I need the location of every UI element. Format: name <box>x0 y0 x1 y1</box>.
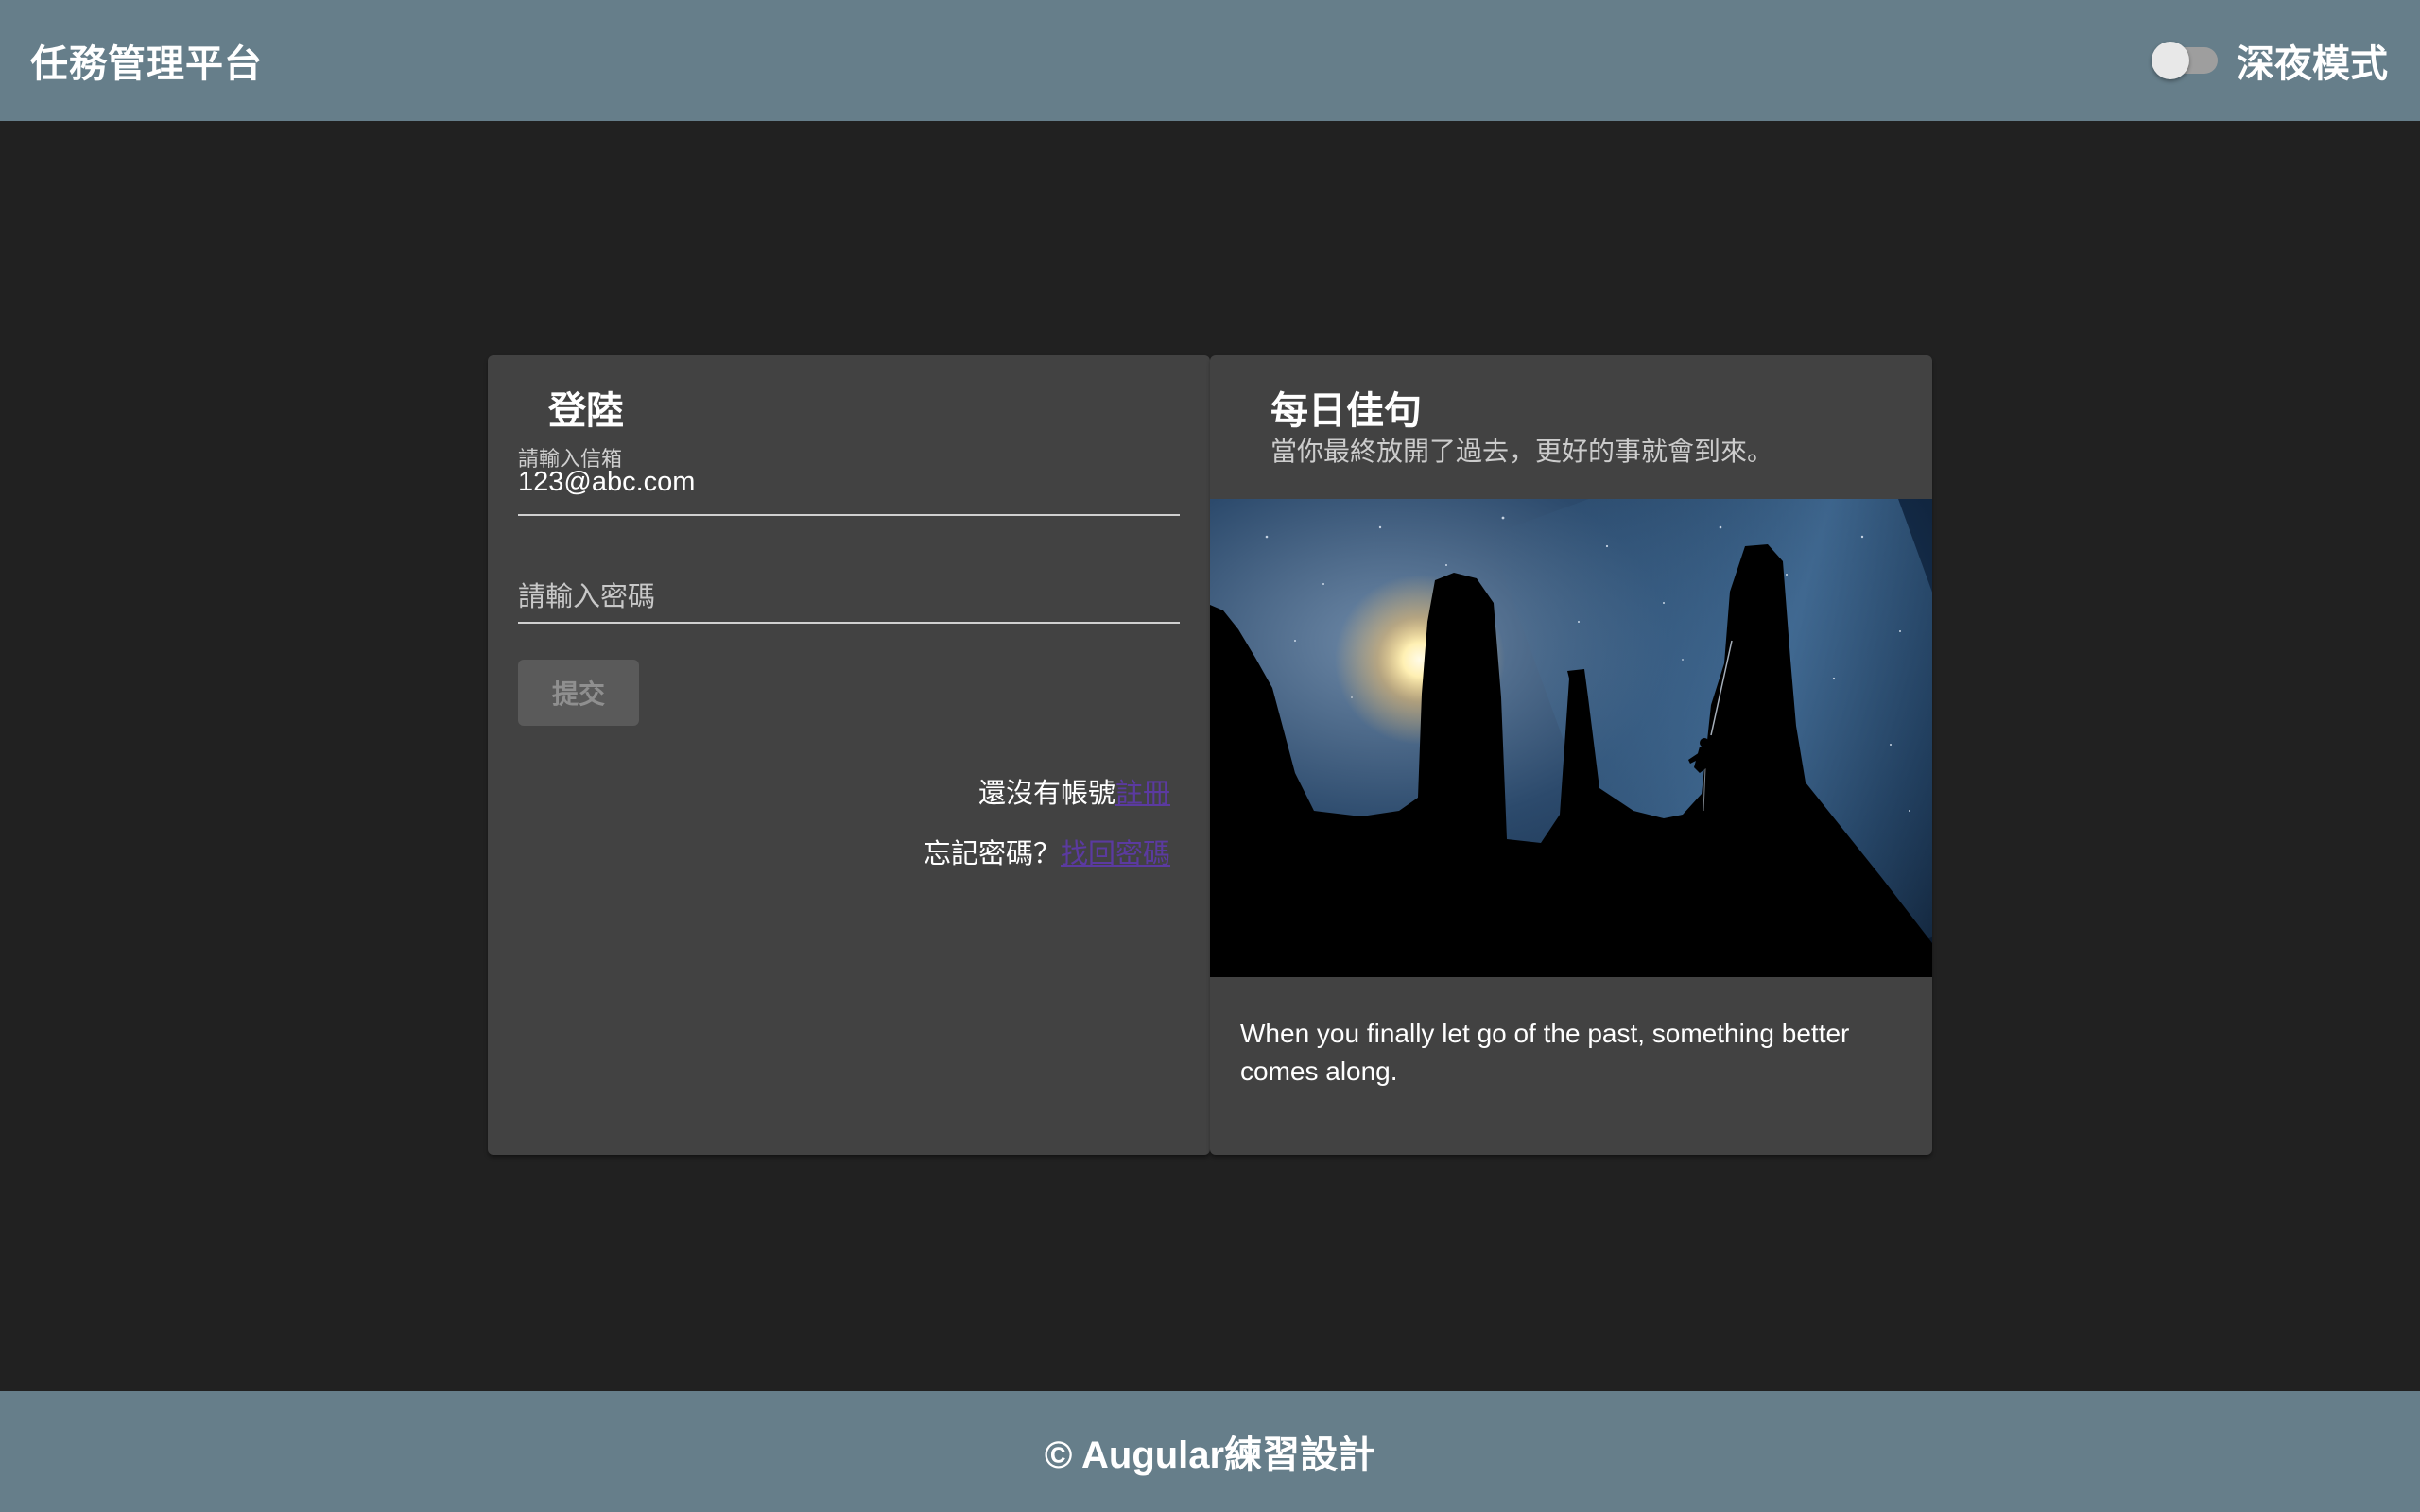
password-field-underline <box>518 622 1180 624</box>
main-content: 登陸 請輸入信箱 123@abc.com 請輸入密碼 提交 還沒有帳號註冊 忘記… <box>0 121 2420 1391</box>
login-card: 登陸 請輸入信箱 123@abc.com 請輸入密碼 提交 還沒有帳號註冊 忘記… <box>488 355 1210 1155</box>
switch-thumb[interactable] <box>2152 42 2189 79</box>
register-link[interactable]: 註冊 <box>1115 779 1170 809</box>
email-field-underline <box>518 514 1180 516</box>
login-title: 登陸 <box>548 390 624 432</box>
night-mode-switch[interactable] <box>2152 42 2218 79</box>
rock-climber-night-image <box>1210 499 1932 977</box>
daily-quote-card: 每日佳句 當你最終放開了過去，更好的事就會到來。 When you finall… <box>1210 355 1932 1155</box>
quote-english: When you finally let go of the past, som… <box>1240 1019 1850 1086</box>
app-title: 任務管理平台 <box>30 43 263 85</box>
quote-title: 每日佳句 <box>1270 390 1422 432</box>
no-account-text: 還沒有帳號 <box>977 779 1115 809</box>
night-mode-toggle[interactable]: 深夜模式 <box>2152 33 2388 88</box>
register-row: 還沒有帳號註冊 <box>978 771 1170 811</box>
quote-chinese: 當你最終放開了過去，更好的事就會到來。 <box>1270 437 1774 466</box>
recover-password-link[interactable]: 找回密碼 <box>1061 839 1170 869</box>
app-toolbar: 任務管理平台 深夜模式 <box>0 0 2420 121</box>
submit-button[interactable]: 提交 <box>518 660 639 726</box>
page-footer: © Augular練習設計 <box>0 1391 2420 1512</box>
forgot-password-row: 忘記密碼？找回密碼 <box>924 832 1170 871</box>
email-field[interactable]: 123@abc.com <box>518 467 695 498</box>
night-mode-label[interactable]: 深夜模式 <box>2237 33 2388 88</box>
forgot-password-text: 忘記密碼？ <box>923 839 1061 869</box>
footer-copyright: © Augular練習設計 <box>1044 1435 1376 1476</box>
password-field[interactable]: 請輸入密碼 <box>518 575 655 614</box>
